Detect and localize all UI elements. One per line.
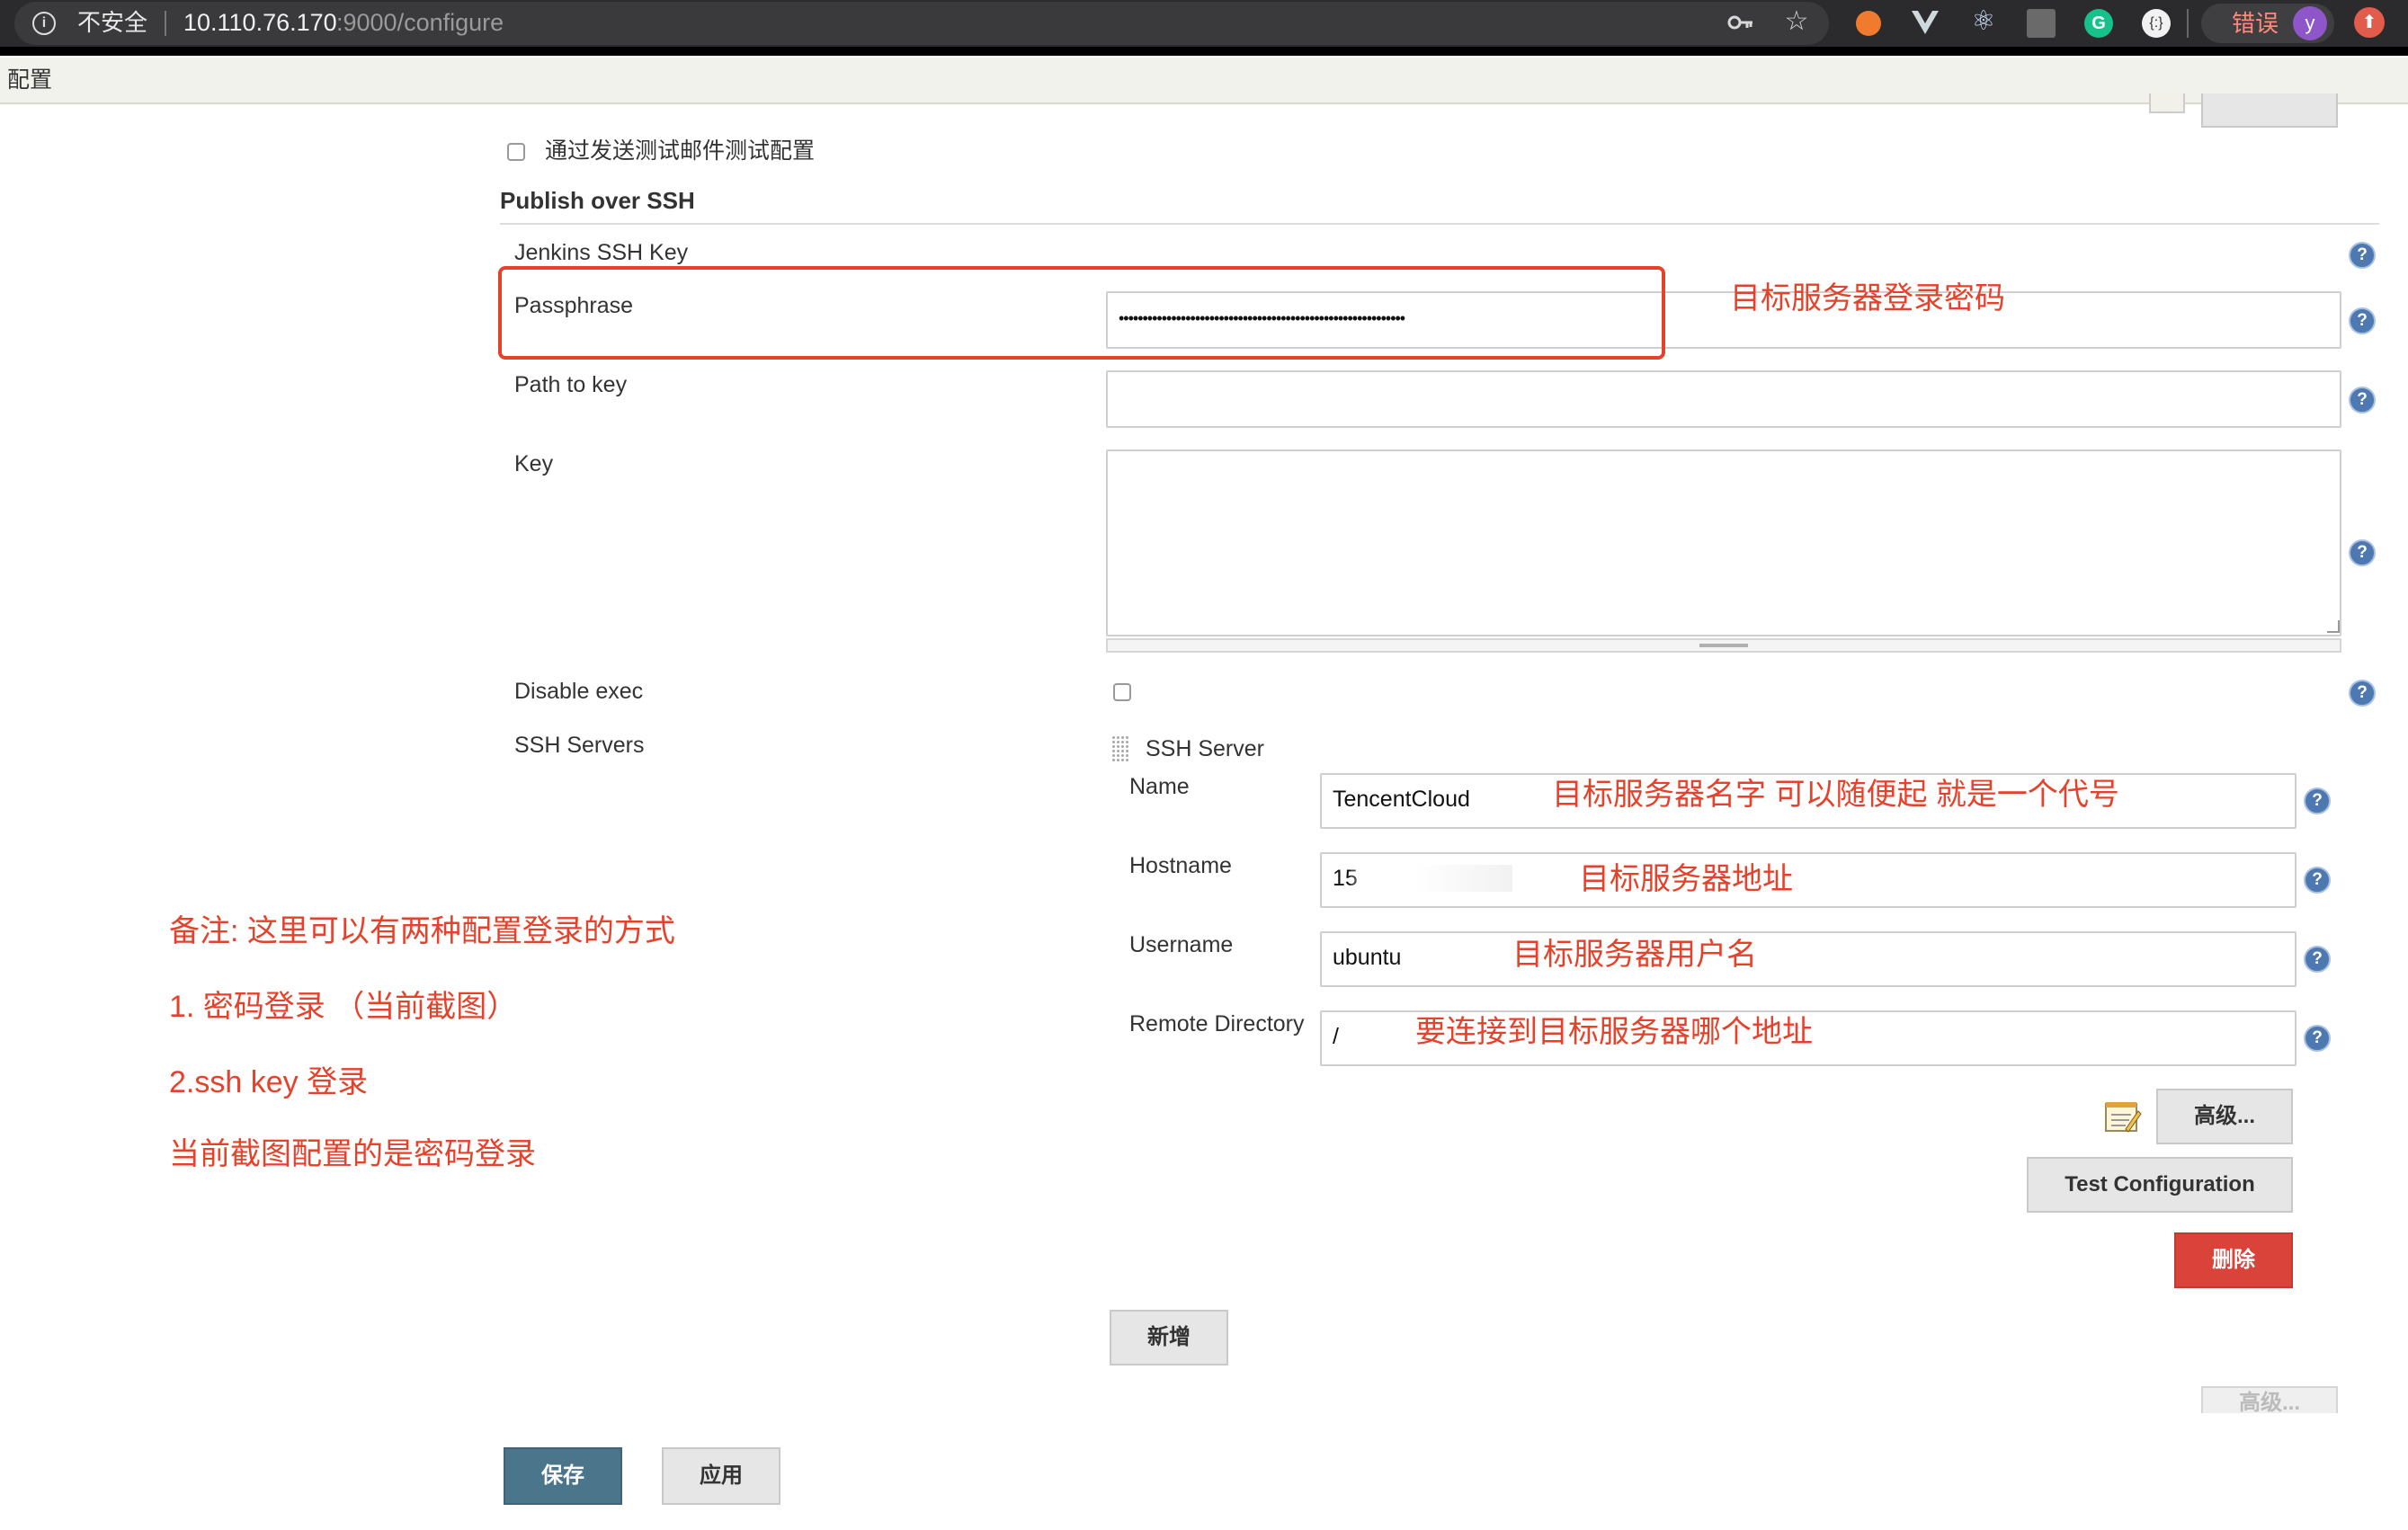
- key-label: Key: [514, 451, 554, 476]
- annotation-name: 目标服务器名字 可以随便起 就是一个代号: [1552, 778, 2119, 812]
- annotation-hostname: 目标服务器地址: [1579, 862, 1793, 896]
- help-icon[interactable]: ?: [2349, 539, 2376, 566]
- key-icon[interactable]: [1723, 7, 1759, 40]
- name-value: TencentCloud: [1333, 787, 1470, 812]
- username-value: ubuntu: [1333, 945, 1402, 970]
- save-button[interactable]: 保存: [504, 1447, 622, 1505]
- remote-directory-label: Remote Directory: [1129, 1011, 1305, 1036]
- username-field[interactable]: [1320, 931, 2297, 987]
- breadcrumb-bar: [0, 58, 2408, 104]
- test-mail-label: 通过发送测试邮件测试配置: [545, 138, 816, 164]
- info-icon[interactable]: i: [32, 12, 56, 35]
- url-path[interactable]: :9000/configure: [336, 7, 504, 38]
- ssh-server-title: SSH Server: [1146, 736, 1264, 761]
- annotation-passphrase: 目标服务器登录密码: [1730, 281, 2005, 316]
- hostname-blur-mask: [1351, 865, 1512, 892]
- extension-orange-icon[interactable]: [1856, 11, 1881, 36]
- annotation-username: 目标服务器用户名: [1512, 938, 1757, 972]
- remote-directory-value: /: [1333, 1024, 1339, 1049]
- passphrase-highlight-box: [498, 266, 1665, 360]
- drag-handle-icon[interactable]: [1111, 735, 1129, 762]
- disable-exec-label: Disable exec: [514, 679, 644, 704]
- extension-vue-icon[interactable]: [1910, 9, 1940, 40]
- path-to-key-label: Path to key: [514, 372, 628, 397]
- help-icon[interactable]: ?: [2304, 787, 2331, 814]
- key-textarea[interactable]: [1106, 449, 2341, 636]
- help-icon[interactable]: ?: [2349, 387, 2376, 414]
- advanced-button-bottom[interactable]: 高级...: [2201, 1386, 2338, 1413]
- delete-button[interactable]: 删除: [2174, 1232, 2293, 1288]
- username-label: Username: [1129, 932, 1234, 957]
- help-icon[interactable]: ?: [2349, 307, 2376, 334]
- jenkins-ssh-key-label: Jenkins SSH Key: [514, 240, 689, 265]
- extension-json-icon[interactable]: {:}: [2142, 9, 2171, 38]
- note-line-4: 当前截图配置的是密码登录: [169, 1137, 536, 1171]
- ssh-servers-label: SSH Servers: [514, 733, 645, 758]
- breadcrumb[interactable]: 配置: [7, 65, 52, 95]
- advanced-button[interactable]: 高级...: [2156, 1089, 2293, 1144]
- profile-avatar[interactable]: y: [2293, 6, 2327, 40]
- help-icon[interactable]: ?: [2304, 1025, 2331, 1052]
- textarea-resize-handle[interactable]: [2327, 620, 2340, 633]
- url-host[interactable]: 10.110.76.170: [183, 7, 337, 38]
- address-separator: [165, 11, 166, 36]
- advanced-button-top[interactable]: [2201, 93, 2338, 128]
- extension-look-icon[interactable]: [2027, 9, 2056, 38]
- disable-exec-checkbox[interactable]: [1113, 683, 1131, 701]
- annotation-remote-directory: 要连接到目标服务器哪个地址: [1415, 1015, 1813, 1049]
- section-title: Publish over SSH: [500, 187, 695, 214]
- hostname-label: Hostname: [1129, 853, 1232, 878]
- error-label[interactable]: 错误: [2232, 9, 2279, 38]
- extension-menu-icon[interactable]: ⬆: [2354, 7, 2385, 38]
- bookmark-star-icon[interactable]: ☆: [1779, 5, 1815, 38]
- resize-grip: [1699, 644, 1748, 647]
- help-icon[interactable]: ?: [2349, 242, 2376, 269]
- note-line-3: 2.ssh key 登录: [169, 1065, 369, 1099]
- test-mail-checkbox[interactable]: [507, 143, 525, 161]
- notepad-icon: [2149, 93, 2185, 113]
- add-server-button[interactable]: 新增: [1110, 1310, 1228, 1365]
- note-line-1: 备注: 这里可以有两种配置登录的方式: [169, 914, 675, 948]
- help-icon[interactable]: ?: [2349, 680, 2376, 707]
- notepad-icon: [2104, 1099, 2142, 1134]
- extension-react-icon[interactable]: ⚛: [1966, 5, 2002, 38]
- browser-toolbar-divider: [0, 47, 2408, 56]
- note-line-2: 1. 密码登录 （当前截图）: [169, 990, 518, 1024]
- toolbar-separator: [2187, 9, 2189, 38]
- test-configuration-button[interactable]: Test Configuration: [2027, 1157, 2293, 1213]
- security-label[interactable]: 不安全: [77, 7, 147, 38]
- help-icon[interactable]: ?: [2304, 946, 2331, 973]
- name-label: Name: [1129, 774, 1190, 799]
- apply-button[interactable]: 应用: [662, 1447, 780, 1505]
- path-to-key-field[interactable]: [1106, 370, 2341, 428]
- help-icon[interactable]: ?: [2304, 867, 2331, 894]
- section-divider: [500, 223, 2379, 225]
- extension-grammarly-icon[interactable]: G: [2084, 9, 2113, 38]
- advanced-button-bottom-label: 高级...: [2238, 1391, 2300, 1413]
